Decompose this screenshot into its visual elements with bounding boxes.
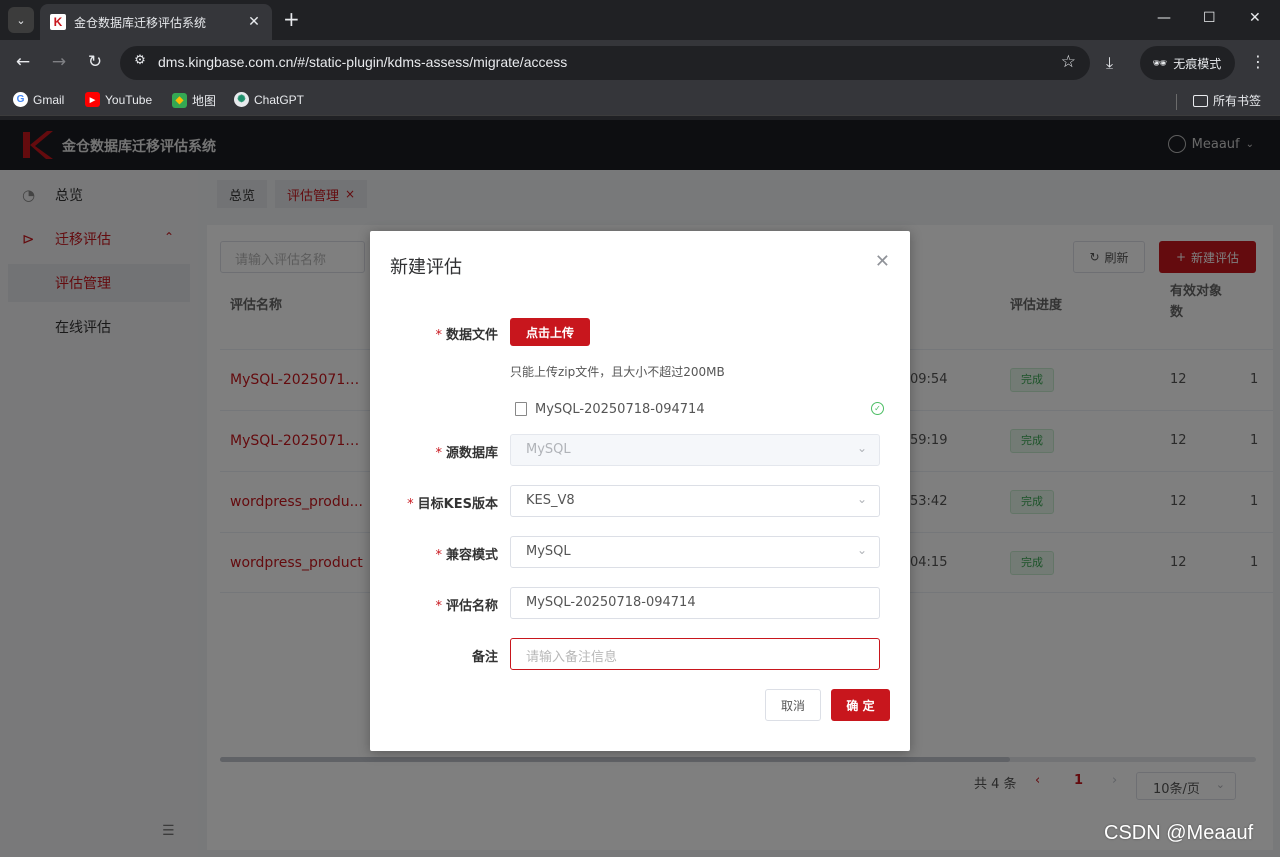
bookmark-maps[interactable]: ◆ 地图 bbox=[172, 92, 216, 109]
back-arrow-icon[interactable]: ← bbox=[12, 52, 34, 72]
chevron-down-icon: ⌄ bbox=[856, 543, 867, 557]
upload-button[interactable]: 点击上传 bbox=[510, 318, 590, 346]
bookmark-gmail[interactable]: G Gmail bbox=[13, 92, 64, 107]
bookmark-star-icon[interactable]: ☆ bbox=[1061, 52, 1076, 72]
check-circle-icon: ✓ bbox=[871, 402, 884, 415]
compat-mode-select[interactable]: MySQL ⌄ bbox=[510, 536, 880, 568]
reload-icon[interactable]: ↻ bbox=[84, 52, 106, 72]
dialog-close-icon[interactable]: ✕ bbox=[875, 251, 890, 272]
incognito-button[interactable]: 🕶 无痕模式 bbox=[1140, 46, 1235, 80]
required-asterisk: * bbox=[435, 446, 442, 461]
new-tab-plus-icon[interactable]: + bbox=[283, 8, 300, 30]
browser-tab[interactable]: K 金仓数据库迁移评估系统 ✕ bbox=[40, 4, 272, 40]
target-kes-version-select[interactable]: KES_V8 ⌄ bbox=[510, 485, 880, 517]
field-label-assess-name: * 评估名称 bbox=[435, 599, 498, 614]
uploaded-file-item[interactable]: MySQL-20250718-094714 ✓ bbox=[510, 399, 884, 419]
all-bookmarks[interactable]: 所有书签 bbox=[1193, 92, 1261, 109]
field-label-data-file: * 数据文件 bbox=[435, 328, 498, 343]
source-db-select: MySQL ⌄ bbox=[510, 434, 880, 466]
download-icon[interactable]: ⤓ bbox=[1106, 53, 1113, 73]
maps-icon: ◆ bbox=[172, 93, 187, 108]
bookmark-youtube[interactable]: ▶ YouTube bbox=[85, 92, 152, 107]
browser-tab-bar: ⌄ K 金仓数据库迁移评估系统 ✕ + — ☐ ✕ bbox=[0, 0, 1280, 40]
assess-name-input[interactable]: MySQL-20250718-094714 bbox=[510, 587, 880, 619]
bookmarks-bar: G Gmail ▶ YouTube ◆ 地图 ✺ ChatGPT 所有书签 bbox=[0, 86, 1280, 116]
chatgpt-icon: ✺ bbox=[234, 92, 249, 107]
tab-title: 金仓数据库迁移评估系统 bbox=[74, 15, 207, 30]
field-label-compat-mode: * 兼容模式 bbox=[435, 548, 498, 563]
maximize-icon[interactable]: ☐ bbox=[1203, 10, 1216, 26]
chevron-down-icon: ⌄ bbox=[856, 441, 867, 455]
required-asterisk: * bbox=[435, 548, 442, 563]
field-label-remark: 备注 bbox=[471, 650, 498, 665]
google-icon: G bbox=[13, 92, 28, 107]
youtube-icon: ▶ bbox=[85, 92, 100, 107]
folder-icon bbox=[1193, 94, 1208, 107]
dialog-title: 新建评估 bbox=[390, 257, 462, 278]
csdn-watermark: CSDN @Meaauf bbox=[1104, 822, 1254, 844]
field-label-target-kes: * 目标KES版本 bbox=[407, 497, 498, 512]
uploaded-file-name: MySQL-20250718-094714 bbox=[535, 401, 705, 417]
bookmark-chatgpt[interactable]: ✺ ChatGPT bbox=[234, 92, 304, 107]
incognito-icon: 🕶 bbox=[1152, 56, 1168, 70]
address-bar[interactable]: ⚙ dms.kingbase.com.cn/#/static-plugin/kd… bbox=[120, 46, 1090, 80]
minimize-icon[interactable]: — bbox=[1157, 10, 1171, 26]
url-text[interactable]: dms.kingbase.com.cn/#/static-plugin/kdms… bbox=[158, 54, 567, 70]
required-asterisk: * bbox=[407, 497, 414, 512]
tab-close-icon[interactable]: ✕ bbox=[246, 14, 262, 30]
field-label-source-db: * 源数据库 bbox=[435, 446, 498, 461]
remark-input[interactable]: 请输入备注信息 bbox=[510, 638, 880, 670]
required-asterisk: * bbox=[435, 599, 442, 614]
browser-toolbar: ← → ↻ ⚙ dms.kingbase.com.cn/#/static-plu… bbox=[0, 40, 1280, 86]
tab-search-chevron-icon[interactable]: ⌄ bbox=[8, 7, 34, 33]
browser-menu-icon[interactable]: ⋮ bbox=[1250, 52, 1266, 71]
document-icon bbox=[515, 402, 527, 416]
upload-tip: 只能上传zip文件，且大小不超过200MB bbox=[510, 365, 725, 379]
site-info-tune-icon[interactable]: ⚙ bbox=[130, 53, 150, 73]
new-assessment-dialog: 新建评估 ✕ * 数据文件 点击上传 只能上传zip文件，且大小不超过200MB … bbox=[370, 231, 910, 751]
window-close-icon[interactable]: ✕ bbox=[1249, 10, 1261, 26]
chevron-down-icon: ⌄ bbox=[856, 492, 867, 506]
required-asterisk: * bbox=[435, 328, 442, 343]
cancel-button[interactable]: 取消 bbox=[765, 689, 821, 721]
kingbase-favicon-icon: K bbox=[50, 14, 66, 30]
forward-arrow-icon[interactable]: → bbox=[48, 52, 70, 72]
bookmarks-divider bbox=[1176, 94, 1177, 110]
incognito-label: 无痕模式 bbox=[1173, 56, 1222, 71]
confirm-button[interactable]: 确 定 bbox=[831, 689, 890, 721]
